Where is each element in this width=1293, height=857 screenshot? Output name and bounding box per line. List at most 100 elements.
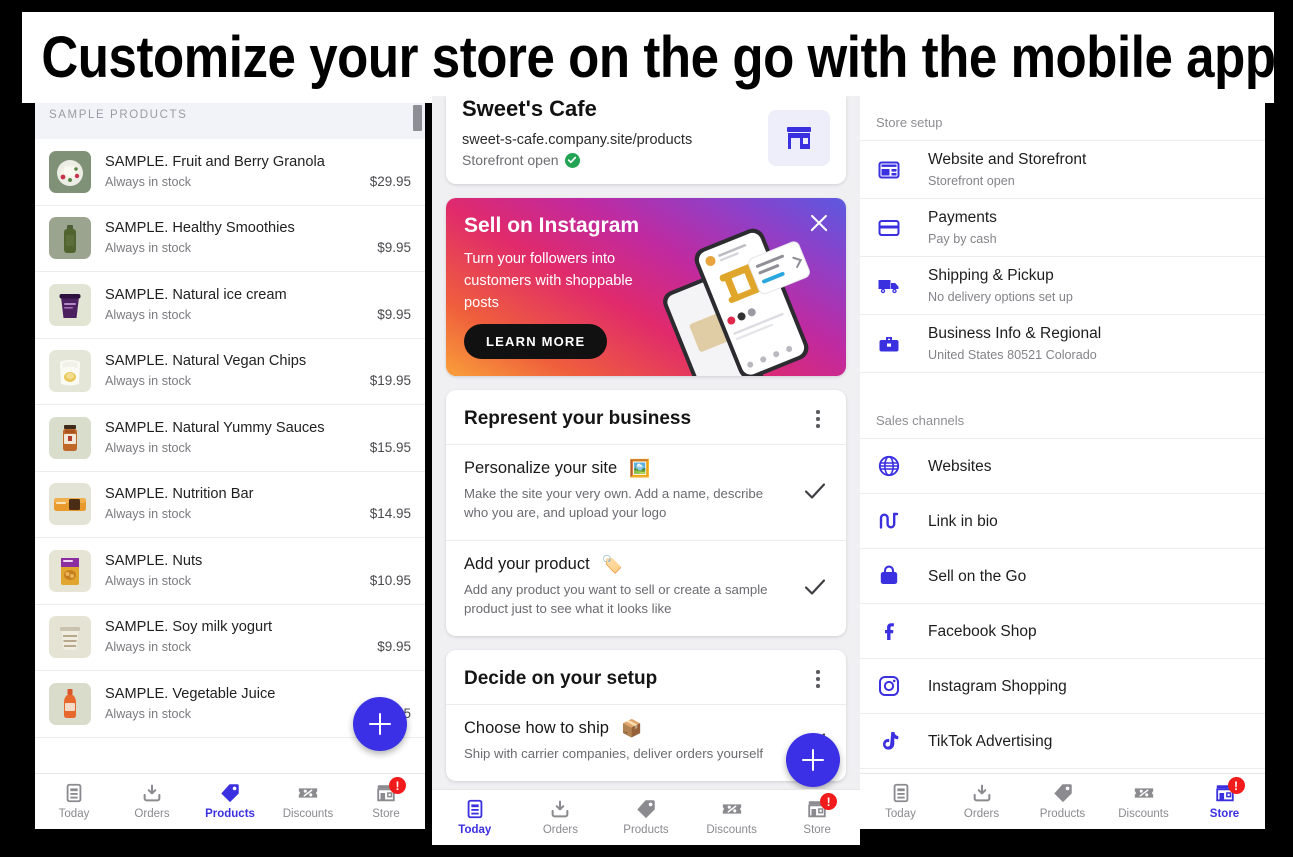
setup-task-card: Represent your business Personalize your … xyxy=(446,390,846,636)
right-phone-screen: Store setup Website and Storefront Storefr… xyxy=(860,103,1265,829)
task-complete-check-icon xyxy=(802,574,828,600)
product-row[interactable]: SAMPLE. Natural ice cream Always in stock… xyxy=(35,272,425,339)
nav-item-label: Today xyxy=(458,824,492,836)
product-name: SAMPLE. Soy milk yogurt xyxy=(105,619,273,636)
product-row[interactable]: SAMPLE. Healthy Smoothies Always in stock… xyxy=(35,206,425,272)
settings-row-text: Business Info & Regional United States 80… xyxy=(928,323,1249,364)
kebab-menu-icon[interactable] xyxy=(808,408,828,430)
instagram-icon xyxy=(876,673,902,699)
product-stock-status: Always in stock xyxy=(105,640,192,655)
product-price: $29.95 xyxy=(369,173,411,189)
globe-icon xyxy=(876,453,902,479)
task-row[interactable]: Choose how to ship 📦 Ship with carrier com… xyxy=(446,704,846,781)
website-layout-icon xyxy=(876,157,902,183)
instagram-promo-banner[interactable]: Sell on Instagram Turn your followers in… xyxy=(446,198,846,376)
product-info: SAMPLE. Nutrition Bar Always in stock xyxy=(105,485,360,523)
vertical-scrollbar-thumb[interactable] xyxy=(413,105,422,131)
store-settings-list: Store setup Website and Storefront Storefr… xyxy=(860,103,1265,769)
nav-item-orders[interactable]: Orders xyxy=(518,790,604,845)
nav-item-products[interactable]: Products xyxy=(1022,774,1103,829)
orders-icon xyxy=(141,782,163,804)
create-fab[interactable] xyxy=(786,733,840,787)
credit-card-icon xyxy=(876,215,902,241)
task-row-content: Add your product 🏷️ Add any product you wa… xyxy=(464,555,802,618)
nuts-pack-thumb xyxy=(49,549,91,592)
settings-row[interactable]: Instagram Shopping xyxy=(860,659,1265,714)
task-card-header: Represent your business xyxy=(446,390,846,444)
today-icon xyxy=(464,798,486,820)
product-price: $10.95 xyxy=(369,572,411,588)
product-row[interactable]: SAMPLE. Nutrition Bar Always in stock $14.… xyxy=(35,472,425,538)
settings-row[interactable]: Shipping & Pickup No delivery options set… xyxy=(860,257,1265,315)
nav-item-today[interactable]: Today xyxy=(35,774,113,829)
nav-item-today[interactable]: Today xyxy=(432,790,518,845)
nav-item-discounts[interactable]: Discounts xyxy=(689,790,775,845)
nav-item-label: Orders xyxy=(542,824,578,836)
settings-row[interactable]: Website and Storefront Storefront open xyxy=(860,141,1265,199)
nav-item-orders[interactable]: Orders xyxy=(113,774,191,829)
middle-phone-screen: Sweet's Cafe sweet-s-cafe.company.site/p… xyxy=(432,96,860,845)
product-info: SAMPLE. Fruit and Berry Granola Always in… xyxy=(105,153,360,191)
nav-item-products[interactable]: Products xyxy=(191,774,269,829)
store-summary-card[interactable]: Sweet's Cafe sweet-s-cafe.company.site/p… xyxy=(446,96,846,184)
settings-row[interactable]: TikTok Advertising xyxy=(860,714,1265,769)
storefront-icon[interactable] xyxy=(768,110,830,166)
product-list: SAMPLE. Fruit and Berry Granola Always in… xyxy=(35,139,425,738)
add-product-fab[interactable] xyxy=(353,697,407,751)
task-row-content: Personalize your site 🖼️ Make the site you… xyxy=(464,459,802,522)
settings-row[interactable]: Websites xyxy=(860,439,1265,494)
briefcase-icon xyxy=(876,331,902,357)
nav-item-products[interactable]: Products xyxy=(603,790,689,845)
settings-row[interactable]: Sell on the Go xyxy=(860,549,1265,604)
store-status: Storefront open xyxy=(462,152,692,168)
nav-item-label: Products xyxy=(1039,808,1086,820)
product-info: SAMPLE. Natural ice cream Always in stock xyxy=(105,286,367,324)
task-emoji-icon: 📦 xyxy=(620,719,643,738)
nav-item-discounts[interactable]: Discounts xyxy=(1103,774,1184,829)
task-row[interactable]: Personalize your site 🖼️ Make the site you… xyxy=(446,444,846,540)
settings-row-subtitle: United States 80521 Colorado xyxy=(928,348,1097,362)
discounts-icon xyxy=(297,782,319,804)
settings-row-text: Shipping & Pickup No delivery options set… xyxy=(928,265,1249,306)
settings-row[interactable]: Link in bio xyxy=(860,494,1265,549)
settings-row-subtitle: No delivery options set up xyxy=(928,290,1073,304)
link-in-bio-icon xyxy=(876,508,902,534)
settings-row[interactable]: Business Info & Regional United States 80… xyxy=(860,315,1265,373)
today-icon xyxy=(890,782,912,804)
nav-item-orders[interactable]: Orders xyxy=(941,774,1022,829)
product-info: SAMPLE. Healthy Smoothies Always in stock xyxy=(105,219,367,257)
product-row[interactable]: SAMPLE. Soy milk yogurt Always in stock $9… xyxy=(35,605,425,671)
product-name: SAMPLE. Natural Vegan Chips xyxy=(105,353,307,370)
product-row[interactable]: SAMPLE. Natural Vegan Chips Always in sto… xyxy=(35,339,425,405)
nav-item-store[interactable]: Store! xyxy=(774,790,860,845)
nav-item-label: Orders xyxy=(963,808,1000,820)
nav-item-discounts[interactable]: Discounts xyxy=(269,774,347,829)
store-name: Sweet's Cafe xyxy=(462,96,597,121)
settings-row-text: Websites xyxy=(928,456,1249,477)
status-badge: ! xyxy=(389,777,406,794)
instagram-promo-title: Sell on Instagram xyxy=(464,214,640,237)
nav-item-label: Store xyxy=(1209,808,1240,820)
nav-item-today[interactable]: Today xyxy=(860,774,941,829)
product-row[interactable]: SAMPLE. Fruit and Berry Granola Always in… xyxy=(35,139,425,206)
settings-row-title: Shipping & Pickup xyxy=(928,267,1054,284)
task-emoji-icon: 🏷️ xyxy=(601,555,623,574)
product-row[interactable]: SAMPLE. Nuts Always in stock $10.95 xyxy=(35,538,425,605)
settings-row[interactable]: Payments Pay by cash xyxy=(860,199,1265,257)
nav-item-label: Products xyxy=(205,808,255,820)
headline-banner: Customize your store on the go with the … xyxy=(20,10,1276,105)
nav-item-label: Discounts xyxy=(1118,808,1169,820)
task-row[interactable]: Add your product 🏷️ Add any product you wa… xyxy=(446,540,846,636)
product-stock-status: Always in stock xyxy=(105,706,192,721)
sauce-jar-thumb xyxy=(49,416,91,459)
product-price: $9.95 xyxy=(377,240,411,256)
store-summary-text: Sweet's Cafe sweet-s-cafe.company.site/p… xyxy=(462,96,692,168)
nav-item-store[interactable]: Store! xyxy=(347,774,425,829)
nav-item-label: Products xyxy=(623,824,669,836)
kebab-menu-icon[interactable] xyxy=(808,668,828,690)
task-emoji-icon: 🖼️ xyxy=(629,459,651,478)
nav-item-store[interactable]: Store! xyxy=(1184,774,1265,829)
instagram-learn-more-button[interactable]: LEARN MORE xyxy=(464,324,608,359)
settings-row[interactable]: Facebook Shop xyxy=(860,604,1265,659)
product-row[interactable]: SAMPLE. Natural Yummy Sauces Always in st… xyxy=(35,405,425,472)
